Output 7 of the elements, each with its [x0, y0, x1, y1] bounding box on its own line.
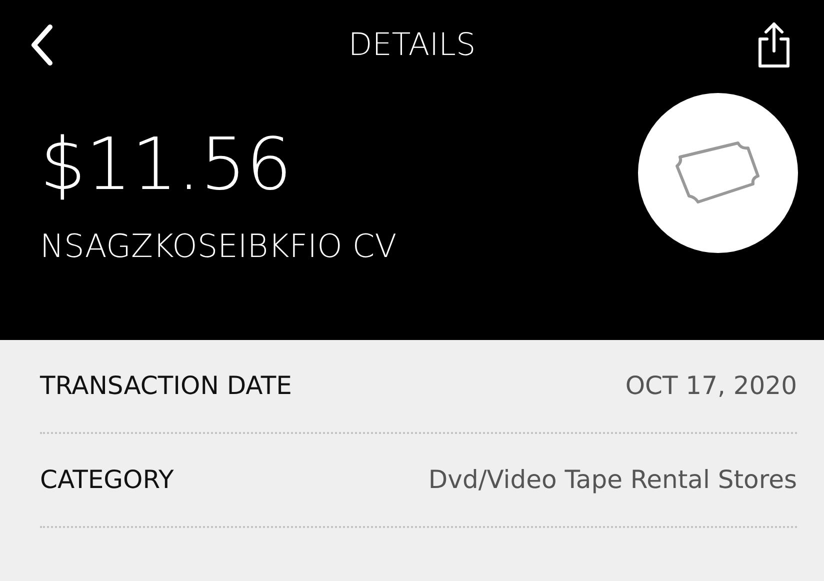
merchant-name: NSAGZKOSEIBKFIO CV	[40, 230, 397, 262]
detail-label: CATEGORY	[40, 464, 174, 496]
detail-label: TRANSACTION DATE	[40, 370, 292, 402]
page-title: DETAILS	[348, 26, 476, 65]
amount: $11.56	[40, 128, 293, 200]
detail-value: Dvd/Video Tape Rental Stores	[428, 464, 797, 496]
detail-value: OCT 17, 2020	[625, 370, 797, 402]
